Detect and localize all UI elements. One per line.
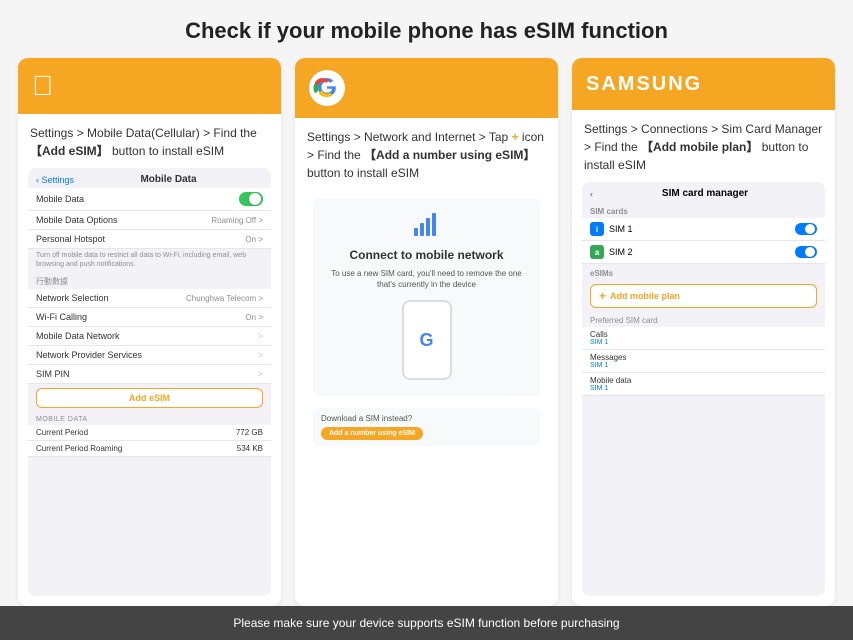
apple-row-wifi-calling: Wi-Fi Calling On > bbox=[28, 308, 271, 327]
samsung-sim1-icon: i bbox=[590, 222, 604, 236]
apple-row-label: Wi-Fi Calling bbox=[36, 312, 87, 322]
apple-row-options: Mobile Data Options Roaming Off > bbox=[28, 211, 271, 230]
samsung-esim-header: eSIMs bbox=[582, 264, 825, 280]
samsung-screen: ‹ SIM card manager SIM cards i SIM 1 a S… bbox=[582, 182, 825, 596]
apple-chevron-icon: > bbox=[258, 369, 263, 379]
samsung-sim2-label: SIM 2 bbox=[609, 247, 633, 257]
google-screen: Connect to mobile network To use a new S… bbox=[305, 190, 548, 596]
google-card-description: Settings > Network and Internet > Tap + … bbox=[295, 118, 558, 190]
footer: Please make sure your device supports eS… bbox=[0, 606, 853, 640]
apple-period-label: Current Period bbox=[36, 428, 88, 437]
signal-icon bbox=[413, 212, 441, 242]
samsung-sim1-toggle bbox=[795, 223, 817, 235]
apple-row-label: Network Provider Services bbox=[36, 350, 142, 360]
apple-chevron-icon: > bbox=[258, 331, 263, 341]
apple-row-value: Roaming Off > bbox=[211, 216, 263, 225]
samsung-pref-calls-label: Calls bbox=[590, 330, 817, 339]
apple-screen: ‹ Settings Mobile Data Mobile Data Mobil… bbox=[28, 168, 271, 596]
apple-nav-back: ‹ Settings bbox=[36, 175, 74, 185]
footer-text: Please make sure your device supports eS… bbox=[233, 616, 619, 630]
apple-row-label: SIM PIN bbox=[36, 369, 70, 379]
google-download-area: Download a SIM instead? Add a number usi… bbox=[313, 408, 540, 446]
apple-warning-text: Turn off mobile data to restrict all dat… bbox=[28, 249, 271, 272]
google-connect-title: Connect to mobile network bbox=[349, 248, 503, 262]
page-title: Check if your mobile phone has eSIM func… bbox=[0, 0, 853, 58]
apple-row-simpin: SIM PIN > bbox=[28, 365, 271, 384]
samsung-add-mobile-plan-button[interactable]: + Add mobile plan bbox=[590, 284, 817, 308]
google-phone-outline: G bbox=[402, 300, 452, 380]
apple-row-mobile-network: Mobile Data Network > bbox=[28, 327, 271, 346]
samsung-sim-cards-header: SIM cards bbox=[582, 203, 825, 218]
samsung-sim2-row: a SIM 2 bbox=[582, 241, 825, 264]
samsung-nav-title: SIM card manager bbox=[593, 188, 817, 199]
google-connect-area: Connect to mobile network To use a new S… bbox=[313, 198, 540, 396]
samsung-pref-messages-sub: SIM 1 bbox=[590, 362, 817, 369]
apple-row-label: Mobile Data Options bbox=[36, 215, 118, 225]
apple-row-hotspot: Personal Hotspot On > bbox=[28, 230, 271, 249]
apple-card-description: Settings > Mobile Data(Cellular) > Find … bbox=[18, 114, 281, 168]
apple-row-label: Mobile Data Network bbox=[36, 331, 120, 341]
samsung-pref-calls-sub: SIM 1 bbox=[590, 339, 817, 346]
google-logo-icon bbox=[309, 70, 345, 106]
apple-card:  Settings > Mobile Data(Cellular) > Fin… bbox=[18, 58, 281, 606]
samsung-sim1-row: i SIM 1 bbox=[582, 218, 825, 241]
apple-row-label: Mobile Data bbox=[36, 194, 84, 204]
samsung-add-plan-label: Add mobile plan bbox=[610, 291, 680, 301]
apple-chevron-icon: > bbox=[258, 350, 263, 360]
samsung-card-description: Settings > Connections > Sim Card Manage… bbox=[572, 110, 835, 182]
apple-add-esim-button[interactable]: Add eSIM bbox=[36, 388, 263, 408]
apple-row-provider: Network Provider Services > bbox=[28, 346, 271, 365]
apple-row-mobile-data: Mobile Data bbox=[28, 188, 271, 211]
samsung-pref-messages-label: Messages bbox=[590, 353, 817, 362]
apple-period-value: 772 GB bbox=[236, 428, 263, 437]
apple-toggle-on bbox=[239, 192, 263, 206]
apple-nav-bar: ‹ Settings Mobile Data bbox=[28, 168, 271, 188]
apple-row-network: Network Selection Chunghwa Telecom > bbox=[28, 289, 271, 308]
samsung-add-plan-plus-icon: + bbox=[599, 289, 606, 303]
apple-row-label: Personal Hotspot bbox=[36, 234, 105, 244]
samsung-pref-mobiledata-sub: SIM 1 bbox=[590, 385, 817, 392]
apple-nav-title: Mobile Data bbox=[74, 174, 263, 185]
cards-container:  Settings > Mobile Data(Cellular) > Fin… bbox=[0, 58, 853, 606]
samsung-card: SAMSUNG Settings > Connections > Sim Car… bbox=[572, 58, 835, 606]
apple-mobile-data-header: MOBILE DATA bbox=[28, 412, 271, 425]
apple-row-label: Network Selection bbox=[36, 293, 109, 303]
google-download-text: Download a SIM instead? bbox=[321, 414, 412, 423]
samsung-pref-mobiledata-label: Mobile data bbox=[590, 376, 817, 385]
google-connect-description: To use a new SIM card, you'll need to re… bbox=[323, 268, 530, 290]
apple-roaming-value: 534 KB bbox=[237, 444, 263, 453]
samsung-pref-mobiledata-row: Mobile data SIM 1 bbox=[582, 373, 825, 396]
apple-current-period-row: Current Period 772 GB bbox=[28, 425, 271, 441]
apple-section-header: 行動數據 bbox=[28, 272, 271, 289]
apple-roaming-label: Current Period Roaming bbox=[36, 444, 122, 453]
samsung-nav-bar: ‹ SIM card manager bbox=[582, 182, 825, 203]
samsung-logo-text: SAMSUNG bbox=[586, 73, 702, 96]
samsung-preferred-header: Preferred SIM card bbox=[582, 312, 825, 327]
apple-card-header:  bbox=[18, 58, 281, 114]
samsung-sim2-icon: a bbox=[590, 245, 604, 259]
samsung-sim1-left: i SIM 1 bbox=[590, 222, 633, 236]
apple-row-value: On > bbox=[245, 313, 263, 322]
samsung-pref-calls-row: Calls SIM 1 bbox=[582, 327, 825, 350]
apple-logo-icon:  bbox=[32, 70, 53, 102]
google-add-number-button[interactable]: Add a number using eSIM bbox=[321, 427, 423, 440]
google-g-icon: G bbox=[419, 330, 433, 351]
apple-row-value: On > bbox=[245, 235, 263, 244]
samsung-pref-messages-row: Messages SIM 1 bbox=[582, 350, 825, 373]
apple-row-value: Chunghwa Telecom > bbox=[186, 294, 263, 303]
apple-roaming-row: Current Period Roaming 534 KB bbox=[28, 441, 271, 457]
google-card: Settings > Network and Internet > Tap + … bbox=[295, 58, 558, 606]
samsung-card-header: SAMSUNG bbox=[572, 58, 835, 110]
samsung-sim2-toggle bbox=[795, 246, 817, 258]
google-card-header bbox=[295, 58, 558, 118]
samsung-sim1-label: SIM 1 bbox=[609, 224, 633, 234]
samsung-sim2-left: a SIM 2 bbox=[590, 245, 633, 259]
